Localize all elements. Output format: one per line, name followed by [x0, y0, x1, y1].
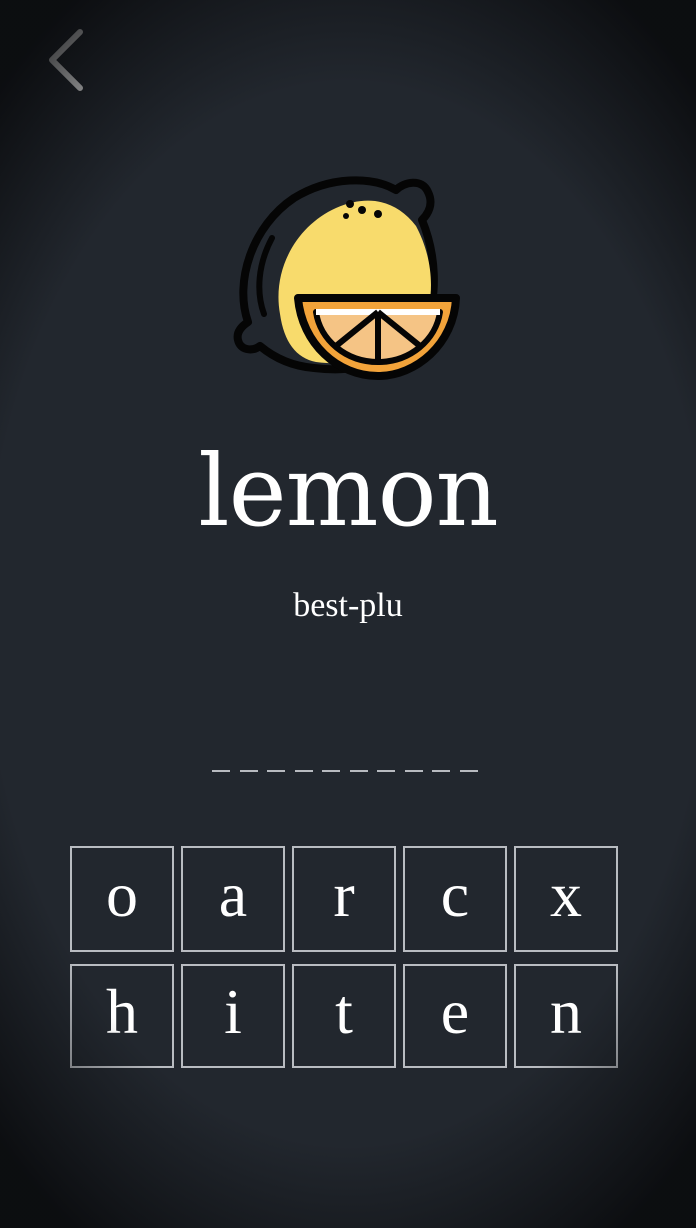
answer-slot	[349, 770, 368, 772]
letter-tile[interactable]: e	[403, 964, 507, 1068]
answer-slot	[267, 770, 286, 772]
letter-tile[interactable]: i	[181, 964, 285, 1068]
lemon-icon	[233, 176, 460, 380]
word-hint: best-plu	[293, 587, 403, 624]
chevron-left-icon	[49, 29, 83, 91]
letter-tile[interactable]: h	[70, 964, 174, 1068]
letter-tile[interactable]: c	[403, 846, 507, 952]
answer-slot	[294, 770, 313, 772]
letter-tile[interactable]: a	[181, 846, 285, 952]
answer-slot	[432, 770, 451, 772]
letter-tile[interactable]: n	[514, 964, 618, 1068]
letter-tile[interactable]: o	[70, 846, 174, 952]
back-button[interactable]	[40, 22, 96, 98]
answer-slots	[212, 744, 478, 780]
answer-slot	[322, 770, 341, 772]
letter-tile[interactable]: x	[514, 846, 618, 952]
letter-tile-grid: o a r c x h i t e n	[70, 846, 620, 1068]
word-title: lemon	[198, 435, 498, 549]
answer-slot	[459, 770, 478, 772]
answer-slot	[212, 770, 230, 772]
letter-tile[interactable]: t	[292, 964, 396, 1068]
letter-tile[interactable]: r	[292, 846, 396, 952]
word-puzzle-screen: lemon best-plu o a r c x h i t e n	[0, 0, 696, 1228]
answer-slot	[377, 770, 396, 772]
answer-slot	[239, 770, 258, 772]
answer-slot	[404, 770, 423, 772]
